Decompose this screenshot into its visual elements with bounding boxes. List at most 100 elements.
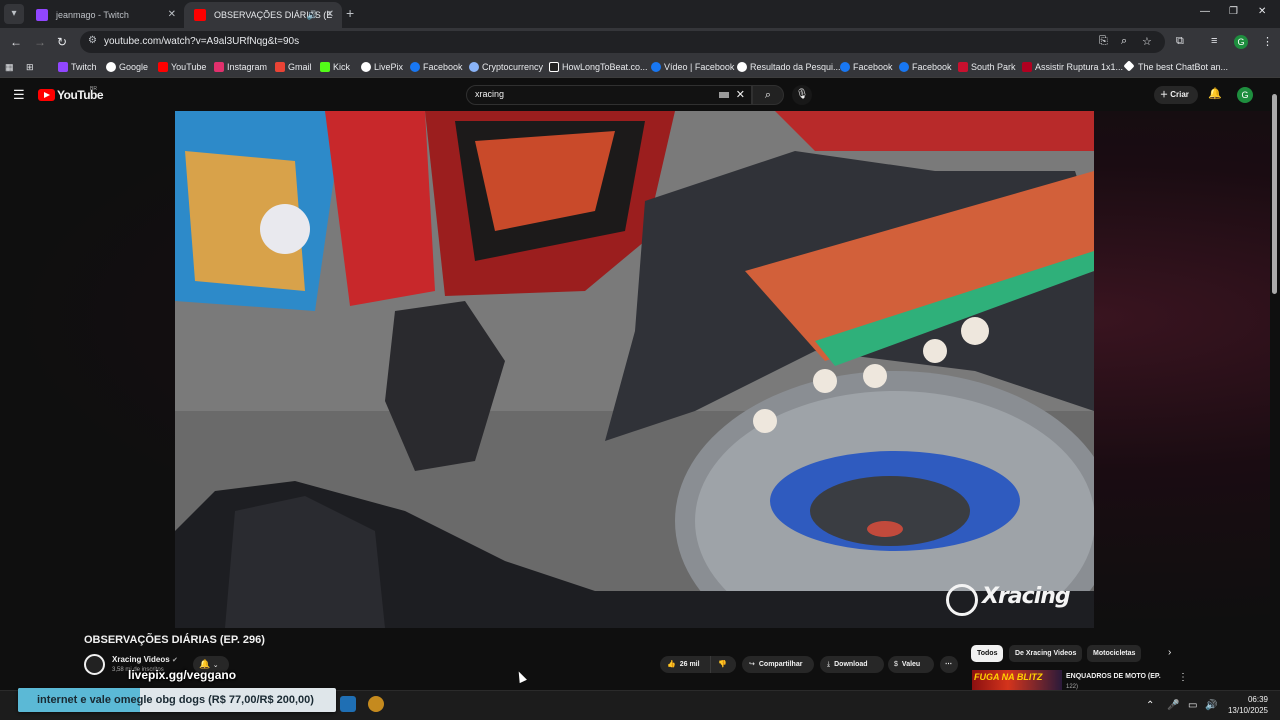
video-player[interactable] (175, 111, 1094, 628)
bookmark-livepix[interactable]: LivePix (361, 61, 403, 73)
more-actions-button[interactable]: ⋯ (940, 656, 958, 673)
youtube-logo-icon[interactable] (38, 89, 55, 101)
bookmark-label: Facebook (853, 62, 893, 72)
browser-menu-icon[interactable]: ⋮ (1262, 35, 1273, 48)
account-avatar[interactable]: G (1237, 87, 1253, 103)
kick-icon (320, 62, 330, 72)
network-icon[interactable]: ▭ (1188, 700, 1197, 711)
bookmark-label: Resultado da Pesqui... (750, 62, 841, 72)
zoom-icon[interactable]: ⌕ (1121, 35, 1127, 48)
tab-twitch[interactable]: jeanmago - Twitch ✕ (26, 2, 184, 28)
address-bar[interactable]: ⚙ youtube.com/watch?v=A9al3URfNqg&t=90s … (80, 31, 1165, 53)
speaker-icon[interactable]: 🔊 (307, 2, 318, 28)
bookmark-hltb[interactable]: HowLongToBeat.co... (549, 61, 648, 73)
channel-name[interactable]: Xracing Videos (112, 655, 170, 664)
window-close-icon[interactable]: ✕ (1258, 6, 1266, 17)
new-tab-button[interactable]: + (346, 6, 354, 20)
media-controls-icon[interactable]: ≡ (1211, 35, 1217, 47)
verified-icon: ✔ (172, 657, 178, 664)
bookmark-kick[interactable]: Kick (320, 61, 350, 73)
notifications-icon[interactable]: 🔔 (1208, 87, 1222, 100)
video-title: OBSERVAÇÕES DIÁRIAS (EP. 296) (84, 634, 265, 646)
restore-icon[interactable]: ❐ (1229, 6, 1238, 17)
share-button[interactable]: ↪ Compartilhar (742, 656, 814, 673)
bookmark-crypto[interactable]: Cryptocurrency (469, 61, 543, 73)
bookmark-ruptura[interactable]: Assistir Ruptura 1x1... (1022, 61, 1123, 73)
chip-motorcycles[interactable]: Motocicletas (1087, 645, 1142, 662)
reload-icon[interactable]: ↻ (57, 34, 67, 50)
create-label: Criar (1170, 90, 1189, 99)
chevron-right-icon[interactable]: › (1168, 647, 1171, 658)
youtube-icon (194, 9, 206, 21)
recommended-thumbnail[interactable]: FUGA NA BLITZ (972, 670, 1062, 690)
bookmark-star-icon[interactable]: ☆ (1142, 35, 1152, 48)
taskbar-clock[interactable]: 06:39 13/10/2025 (1222, 694, 1268, 716)
minimize-icon[interactable]: — (1200, 6, 1210, 17)
bookmark-chatbot[interactable]: The best ChatBot an... (1123, 60, 1228, 73)
scrollbar-thumb[interactable] (1272, 94, 1277, 294)
site-info-icon[interactable]: ⚙ (88, 35, 97, 46)
ruptura-icon (1022, 62, 1032, 72)
bookmark-facebook-video[interactable]: Vídeo | Facebook (651, 61, 734, 73)
extensions-icon[interactable]: ⧉ (1176, 35, 1184, 48)
clear-search-icon[interactable]: ✕ (736, 88, 745, 101)
notepad-app-icon[interactable] (340, 696, 356, 712)
close-icon[interactable]: ✕ (326, 2, 334, 28)
bookmark-facebook-3[interactable]: Facebook (899, 61, 952, 73)
browser-toolbar: ← → ↻ ⚙ youtube.com/watch?v=A9al3URfNqg&… (0, 28, 1280, 56)
channel-avatar[interactable] (84, 654, 105, 675)
facebook-icon (840, 62, 850, 72)
volume-icon[interactable]: 🔊 (1205, 700, 1217, 711)
bookmark-southpark[interactable]: South Park (958, 61, 1016, 73)
chatbot-icon (1123, 60, 1135, 72)
thanks-button[interactable]: $ Valeu (888, 656, 934, 673)
install-icon[interactable]: ⎘ (1099, 35, 1108, 48)
search-query: xracing (475, 89, 505, 99)
dislike-button[interactable]: 👎 (710, 656, 736, 673)
bookmark-label: Assistir Ruptura 1x1... (1035, 62, 1124, 72)
keyboard-icon[interactable] (719, 92, 729, 98)
bookmark-label: Google (119, 62, 149, 72)
game-app-icon[interactable] (368, 696, 384, 712)
google-icon (106, 62, 116, 72)
page-scrollbar[interactable] (1270, 80, 1280, 690)
bookmark-label: Cryptocurrency (482, 62, 544, 72)
download-icon: ⤓ (827, 661, 831, 668)
search-button[interactable]: ⌕ (752, 85, 784, 105)
tab-search-button[interactable]: ▾ (4, 4, 24, 24)
chip-from-channel[interactable]: De Xracing Videos (1009, 645, 1083, 662)
video-watermark: Xracing (982, 584, 1071, 609)
bookmark-label: Vídeo | Facebook (664, 62, 735, 72)
bookmark-instagram[interactable]: Instagram (214, 61, 267, 73)
tab-youtube[interactable]: OBSERVAÇÕES DIÁRIAS (E 🔊 ✕ (184, 2, 342, 28)
chip-all[interactable]: Todos (971, 645, 1004, 662)
profile-avatar[interactable]: G (1234, 35, 1248, 49)
youtube-header: ☰ YouTube BR xracing ✕ ⌕ 🎙 ＋ Criar 🔔 G (0, 78, 1280, 112)
tray-chevron-up-icon[interactable]: ⌃ (1146, 700, 1154, 711)
bookmark-resultado[interactable]: Resultado da Pesqui... (737, 61, 841, 73)
voice-search-icon[interactable]: 🎙 (792, 85, 812, 105)
search-input[interactable]: xracing ✕ (466, 85, 752, 105)
bookmark-facebook-2[interactable]: Facebook (840, 61, 893, 73)
microphone-icon[interactable]: 🎤 (1167, 700, 1179, 711)
close-icon[interactable]: ✕ (168, 2, 176, 28)
grid-icon[interactable]: ⊞ (26, 61, 34, 73)
apps-icon[interactable]: ▦ (5, 61, 14, 73)
create-button[interactable]: ＋ Criar (1154, 86, 1198, 104)
share-icon: ↪ (749, 661, 755, 668)
recommended-title[interactable]: ENQUADROS DE MOTO (EP. (1066, 673, 1161, 680)
more-vert-icon[interactable]: ⋮ (1178, 672, 1188, 683)
download-button[interactable]: ⤓ Download (820, 656, 884, 673)
forward-icon[interactable]: → (34, 34, 46, 50)
bookmark-label: Gmail (288, 62, 312, 72)
bookmark-gmail[interactable]: Gmail (275, 61, 312, 73)
menu-icon[interactable]: ☰ (13, 88, 25, 101)
bookmark-google[interactable]: Google (106, 61, 148, 73)
bookmark-twitch[interactable]: Twitch (58, 61, 97, 73)
bookmark-facebook[interactable]: Facebook (410, 61, 463, 73)
bookmark-youtube[interactable]: YouTube (158, 61, 206, 73)
url-text: youtube.com/watch?v=A9al3URfNqg&t=90s (104, 36, 300, 47)
search-icon: ⌕ (764, 89, 772, 101)
bookmark-label: LivePix (374, 62, 404, 72)
back-icon[interactable]: ← (10, 34, 22, 50)
